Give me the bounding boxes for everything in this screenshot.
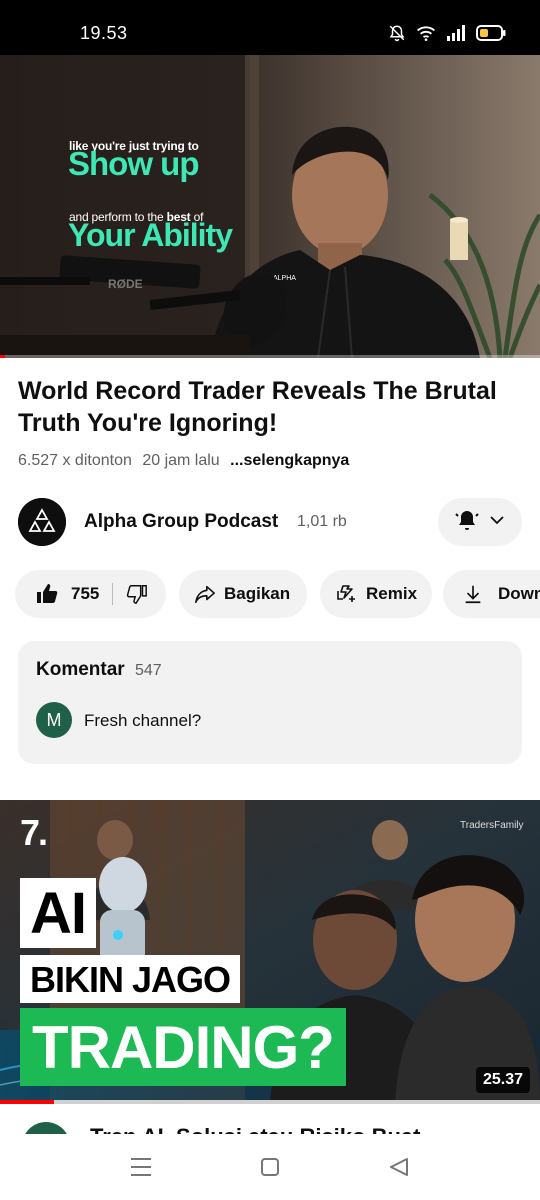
like-dislike-group: 755	[15, 570, 166, 618]
player-progress-bar[interactable]	[0, 355, 540, 358]
video-meta[interactable]: 6.527 x ditonton 20 jam lalu ...selengka…	[18, 452, 349, 470]
headline-2: BIKIN JAGO	[20, 955, 241, 1003]
comments-title: Komentar	[36, 659, 125, 680]
overlay-big1: Show up	[68, 145, 199, 182]
system-nav-bar	[0, 1134, 540, 1200]
battery-icon	[476, 25, 506, 46]
comment-avatar: M	[36, 702, 72, 738]
signal-icon	[446, 25, 466, 46]
bell-off-icon	[388, 24, 406, 47]
next-channel-avatar	[22, 1122, 70, 1134]
channel-avatar[interactable]	[18, 498, 66, 546]
status-icons	[388, 24, 506, 47]
watch-progress-bar	[0, 1100, 540, 1104]
thumb-up-icon	[35, 582, 59, 606]
share-icon	[194, 583, 216, 605]
share-label: Bagikan	[224, 584, 291, 603]
upload-age: 20 jam lalu	[142, 452, 220, 469]
like-count: 755	[71, 584, 100, 603]
notification-bell-button[interactable]	[438, 498, 522, 546]
remix-icon	[335, 582, 359, 606]
thumb-watermark: TradersFamily	[460, 820, 524, 831]
back-icon[interactable]	[388, 1157, 410, 1182]
status-bar: 19.53	[0, 0, 540, 55]
more-link[interactable]: ...selengkapnya	[230, 452, 349, 469]
player-scene: ALPHA RØDE	[0, 55, 540, 358]
overlay-big2: Your Ability	[68, 217, 233, 253]
remix-label: Remix	[366, 584, 418, 603]
comments-count: 547	[135, 662, 162, 679]
channel-logo: 7.	[20, 812, 48, 853]
view-count: 6.527 x ditonton	[18, 452, 132, 469]
bell-icon	[455, 508, 479, 537]
dislike-button[interactable]	[113, 570, 148, 618]
next-video-title: Tren AI, Solusi atau Risiko Buat	[90, 1124, 420, 1134]
headline-1: AI	[20, 878, 96, 948]
download-button[interactable]: Download	[443, 570, 540, 618]
next-video-info[interactable]: Tren AI, Solusi atau Risiko Buat	[0, 1122, 540, 1134]
mic-brand-text: RØDE	[108, 277, 143, 291]
thumb-down-icon	[126, 583, 148, 605]
comment-text: Fresh channel?	[84, 711, 202, 730]
video-title[interactable]: World Record Trader Reveals The Brutal T…	[18, 375, 518, 439]
home-icon[interactable]	[260, 1157, 280, 1182]
remix-button[interactable]: Remix	[320, 570, 432, 618]
next-video-thumbnail[interactable]: 7. TradersFamily AI BIKIN JAGO TRADING? …	[0, 800, 540, 1103]
subscriber-count: 1,01 rb	[297, 513, 347, 530]
action-row: 755 Bagikan Remix Download	[15, 570, 540, 618]
download-label: Download	[498, 584, 540, 603]
wifi-icon	[416, 24, 436, 47]
duration-badge: 25.37	[475, 1067, 530, 1093]
player-progress-fill	[0, 355, 6, 358]
channel-name[interactable]: Alpha Group Podcast	[84, 511, 278, 533]
like-button[interactable]: 755	[15, 570, 99, 618]
video-player[interactable]: ALPHA RØDE like you're just trying to Sh…	[0, 55, 540, 358]
download-icon	[462, 583, 484, 605]
share-button[interactable]: Bagikan	[179, 570, 307, 618]
alpha-logo-icon	[18, 498, 66, 546]
headline-3: TRADING?	[20, 1008, 346, 1086]
chevron-down-icon	[489, 512, 505, 533]
menu-icon[interactable]	[130, 1157, 152, 1182]
status-time: 19.53	[80, 23, 128, 43]
watch-progress-fill	[0, 1100, 54, 1104]
comments-card[interactable]: Komentar 547 M Fresh channel?	[18, 641, 522, 764]
